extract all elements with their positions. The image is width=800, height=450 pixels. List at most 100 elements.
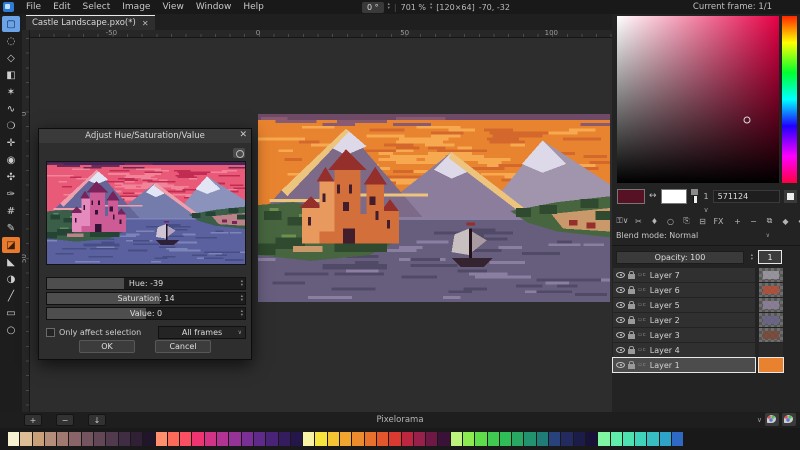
palette-swatch[interactable] xyxy=(586,432,597,446)
zoom-spinner[interactable]: ▴▾ xyxy=(430,3,432,11)
preview-camera-icon[interactable] xyxy=(233,148,245,158)
layer-button-layer-5[interactable]: ▫cLayer 5 xyxy=(613,298,755,312)
only-affect-selection-checkbox[interactable] xyxy=(46,328,55,337)
tool-move[interactable]: ✛ xyxy=(2,135,20,151)
palette-swatch[interactable] xyxy=(242,432,253,446)
color-cursor[interactable] xyxy=(743,116,750,123)
new-palette-from-cel-icon[interactable]: ♦ xyxy=(648,215,661,227)
palette-swatch[interactable] xyxy=(94,432,105,446)
slider-hue[interactable]: Hue: -39▴▾ xyxy=(46,277,246,290)
palette-swatch[interactable] xyxy=(352,432,363,446)
tool-select-by-color[interactable]: ◧ xyxy=(2,67,20,83)
visibility-eye-icon[interactable] xyxy=(616,332,625,338)
tab-castle-landscape[interactable]: Castle Landscape.pxo(*) ✕ xyxy=(26,15,155,30)
tab-close-icon[interactable]: ✕ xyxy=(142,19,149,28)
palette-swatch[interactable] xyxy=(340,432,351,446)
palette-swatch[interactable] xyxy=(402,432,413,446)
tool-ellipse[interactable]: ○ xyxy=(2,322,20,338)
lock-icon[interactable] xyxy=(628,319,635,324)
slider-spinner[interactable]: ▴▾ xyxy=(241,310,243,318)
visibility-eye-icon[interactable] xyxy=(616,272,625,278)
palette-swatch[interactable] xyxy=(377,432,388,446)
visibility-eye-icon[interactable] xyxy=(616,302,625,308)
palette-swatch[interactable] xyxy=(57,432,68,446)
palette-swatch[interactable] xyxy=(131,432,142,446)
palette-swatch[interactable] xyxy=(303,432,314,446)
onion-circle-icon[interactable]: ○ xyxy=(664,215,677,227)
palette-swatch[interactable] xyxy=(69,432,80,446)
tool-zoom[interactable]: ◉ xyxy=(2,152,20,168)
visibility-eye-icon[interactable] xyxy=(616,317,625,323)
menu-window[interactable]: Window xyxy=(190,2,238,12)
layer-button-layer-7[interactable]: ▫cLayer 7 xyxy=(613,268,755,282)
horizontal-ruler[interactable]: -50050100 xyxy=(30,30,612,38)
palette-swatch[interactable] xyxy=(451,432,462,446)
palette-swatch[interactable] xyxy=(537,432,548,446)
visibility-eye-icon[interactable] xyxy=(616,362,625,368)
lock-icon[interactable] xyxy=(628,289,635,294)
zoom-level[interactable]: 701 % xyxy=(401,3,426,12)
palette-swatch[interactable] xyxy=(291,432,302,446)
palette-swatch[interactable] xyxy=(217,432,228,446)
lock-cel-icon[interactable]: ⚿∨ xyxy=(616,215,629,227)
color-panel-expander-icon[interactable]: ∨ xyxy=(612,206,800,214)
palette-swatch[interactable] xyxy=(20,432,31,446)
hue-slider[interactable] xyxy=(782,16,797,183)
visibility-eye-icon[interactable] xyxy=(616,347,625,353)
clear-cel-icon[interactable]: ⊟ xyxy=(696,215,709,227)
palette-swatch[interactable] xyxy=(438,432,449,446)
opacity-spinner[interactable]: ▴▾ xyxy=(751,254,753,262)
ok-button[interactable]: OK xyxy=(79,340,135,353)
clone-frame-icon[interactable]: ⧉ xyxy=(763,215,776,227)
tool-polygon-select[interactable]: ◇ xyxy=(2,50,20,66)
unlink-cel-icon[interactable]: ✂ xyxy=(632,215,645,227)
primary-color-swatch[interactable] xyxy=(617,189,645,204)
lock-icon[interactable] xyxy=(628,364,635,369)
default-colors-icon[interactable] xyxy=(691,189,700,204)
palette-swatch[interactable] xyxy=(205,432,216,446)
menu-image[interactable]: Image xyxy=(116,2,156,12)
lock-icon[interactable] xyxy=(628,304,635,309)
palette-swatch[interactable] xyxy=(8,432,19,446)
palette-swatch[interactable] xyxy=(660,432,671,446)
frame-1-header[interactable]: 1 xyxy=(758,250,782,264)
palette-swatch[interactable] xyxy=(524,432,535,446)
copy-cel-icon[interactable]: ⎘ xyxy=(680,215,693,227)
palette-swatch[interactable] xyxy=(180,432,191,446)
add-frame-icon[interactable]: + xyxy=(731,215,744,227)
palette-swatch[interactable] xyxy=(426,432,437,446)
palette-editor-icon[interactable] xyxy=(782,413,796,426)
palette-swatch[interactable] xyxy=(635,432,646,446)
secondary-color-swatch[interactable] xyxy=(661,189,687,204)
palette-swatch[interactable] xyxy=(192,432,203,446)
palette-swatch[interactable] xyxy=(315,432,326,446)
cel-thumbnail[interactable] xyxy=(759,343,783,357)
cel-thumbnail[interactable] xyxy=(759,358,783,372)
tool-pan[interactable]: ✣ xyxy=(2,169,20,185)
palette-panel-icon[interactable] xyxy=(765,413,779,426)
palette-swatch[interactable] xyxy=(598,432,609,446)
opacity-slider[interactable]: Opacity: 100 ▴▾ xyxy=(616,251,744,264)
saturation-value-picker[interactable] xyxy=(617,16,779,183)
slider-value[interactable]: Value: 0▴▾ xyxy=(46,307,246,320)
layer-button-layer-3[interactable]: ▫cLayer 3 xyxy=(613,328,755,342)
tool-color-picker[interactable]: ✑ xyxy=(2,186,20,202)
palette-swatch[interactable] xyxy=(143,432,154,446)
palette-swatch[interactable] xyxy=(328,432,339,446)
palette-swatch[interactable] xyxy=(561,432,572,446)
vertical-ruler[interactable]: 050 xyxy=(22,30,30,412)
menu-view[interactable]: View xyxy=(156,2,189,12)
tool-magic-wand[interactable]: ✶ xyxy=(2,84,20,100)
cel-thumbnail[interactable] xyxy=(759,298,783,312)
rotation-spinner[interactable]: ▴▾ xyxy=(388,3,390,11)
frames-dropdown[interactable]: All frames ∨ xyxy=(158,326,246,339)
cel-thumbnail[interactable] xyxy=(759,268,783,282)
tool-crop[interactable]: # xyxy=(2,203,20,219)
tool-pencil[interactable]: ✎ xyxy=(2,220,20,236)
slider-spinner[interactable]: ▴▾ xyxy=(241,295,243,303)
hex-color-input[interactable]: 571124 xyxy=(713,190,780,203)
menu-file[interactable]: File xyxy=(20,2,47,12)
layer-button-layer-6[interactable]: ▫cLayer 6 xyxy=(613,283,755,297)
palette-swatch[interactable] xyxy=(156,432,167,446)
palette-swatch[interactable] xyxy=(45,432,56,446)
